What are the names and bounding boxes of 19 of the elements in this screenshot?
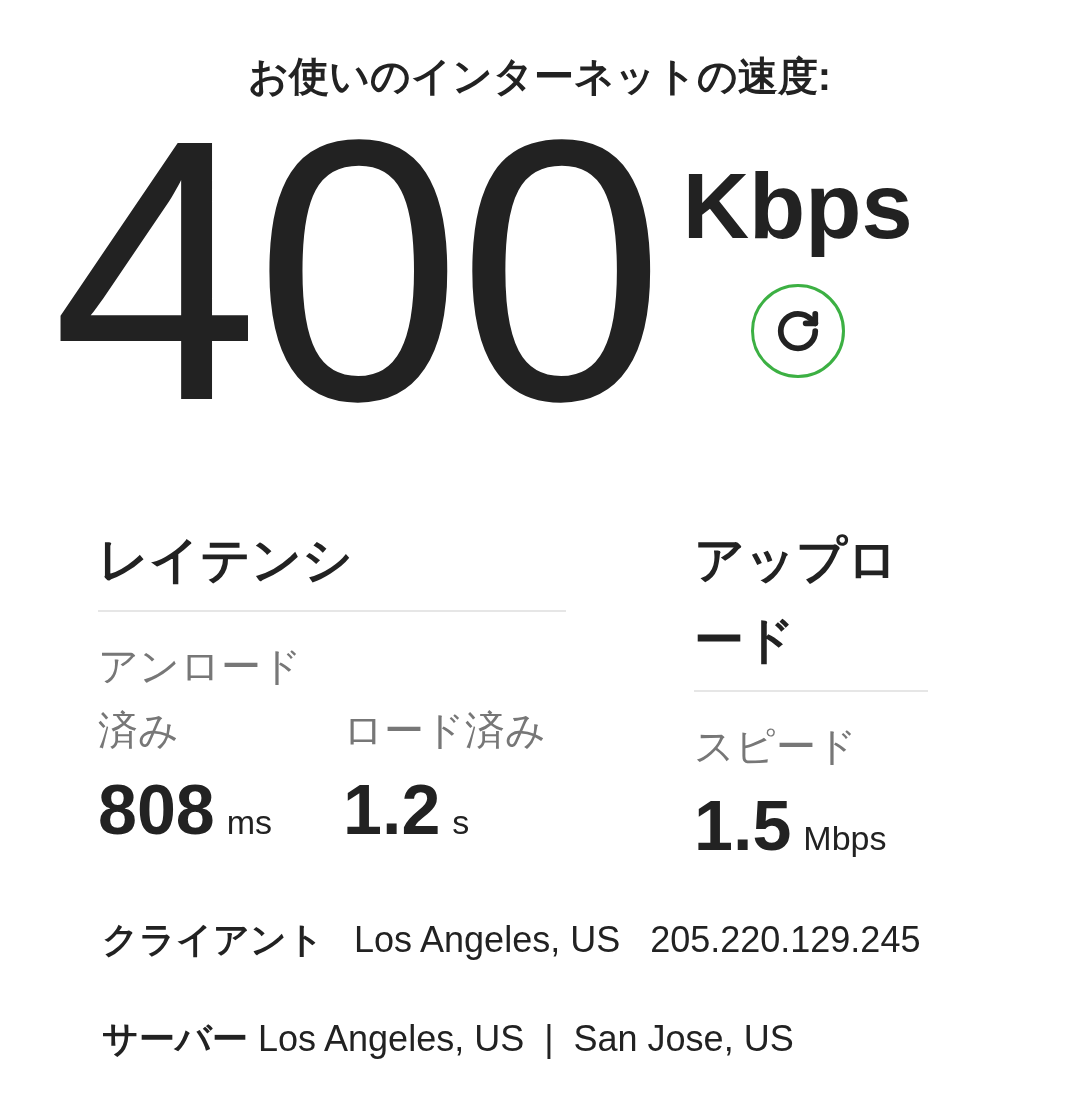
metric-value: 1.2 — [343, 770, 441, 850]
metric-label: ロード済み — [343, 707, 547, 754]
metric-value: 808 — [98, 770, 215, 850]
metric-unit: ms — [226, 803, 273, 842]
client-label: クライアント — [102, 918, 324, 962]
server-locations: Los Angeles, US | San Jose, US — [258, 1018, 794, 1060]
section-heading: レイテンシ — [98, 520, 566, 612]
page-title: お使いのインターネットの速度: — [246, 53, 833, 100]
speed-unit: Kbps — [682, 156, 913, 256]
section-heading: アップロード — [694, 520, 928, 692]
client-location: Los Angeles, US — [354, 919, 621, 961]
speed-value: 400 — [52, 98, 661, 442]
metric-unit: Mbps — [803, 819, 887, 858]
metric-label: アンロード済み — [98, 643, 303, 754]
server-label: サーバー — [102, 1017, 248, 1061]
metric-unit: s — [452, 803, 470, 842]
metric-label: スピード — [694, 723, 858, 770]
client-ip: 205.220.129.245 — [650, 919, 921, 961]
metric-value: 1.5 — [694, 786, 792, 866]
